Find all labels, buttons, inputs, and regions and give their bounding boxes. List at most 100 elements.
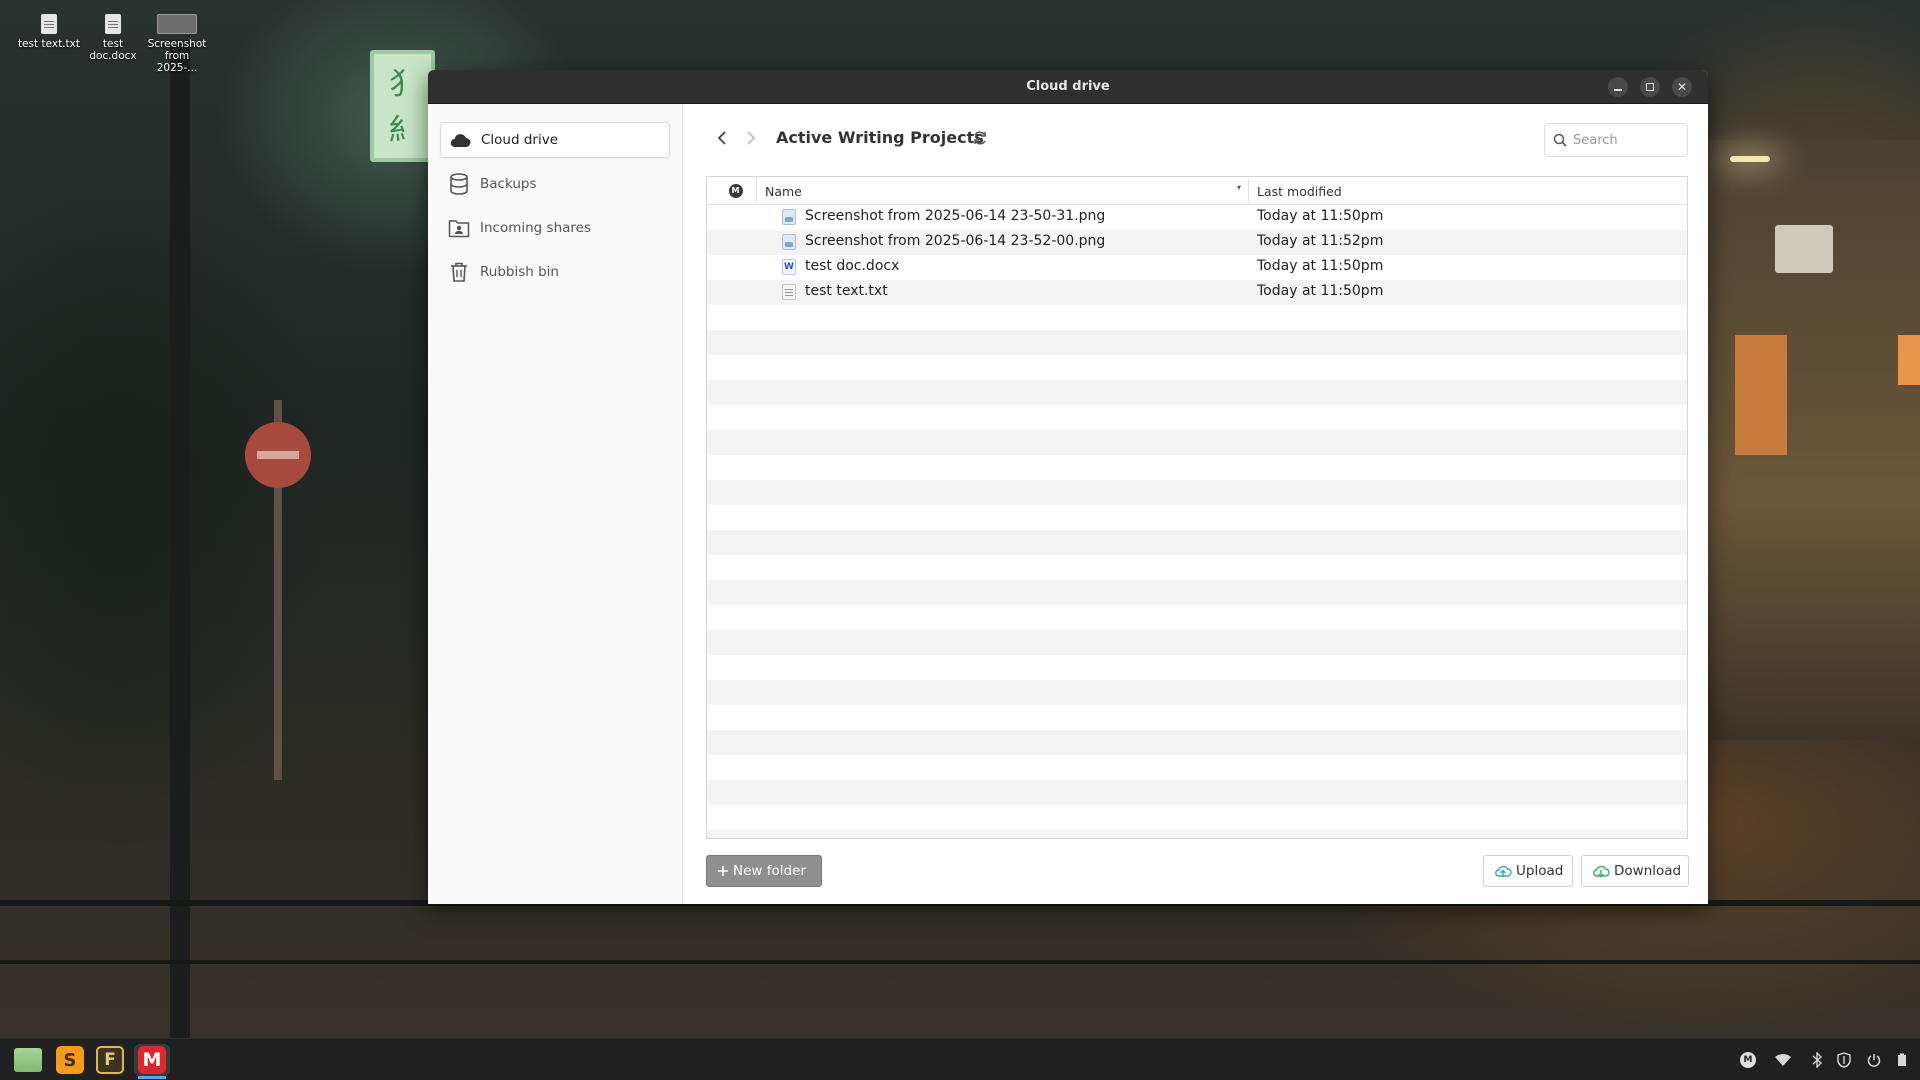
chevron-right-icon bbox=[747, 131, 756, 145]
wallpaper-window bbox=[1735, 335, 1787, 455]
trash-icon bbox=[448, 261, 470, 283]
file-name: test doc.docx bbox=[805, 258, 900, 274]
file-table: M Name ▾ Last modified Screenshot from 2… bbox=[706, 176, 1688, 839]
window-titlebar[interactable]: Cloud drive ✕ bbox=[428, 70, 1708, 104]
taskbar: S F M M bbox=[0, 1038, 1920, 1080]
desktop-icon-test-doc[interactable]: test doc.docx bbox=[80, 14, 146, 62]
tray-network[interactable] bbox=[1772, 1050, 1794, 1070]
search-box[interactable] bbox=[1544, 123, 1688, 157]
table-row[interactable]: Screenshot from 2025-06-14 23-50-31.png … bbox=[707, 205, 1687, 230]
tray-power[interactable] bbox=[1864, 1050, 1884, 1070]
mega-column-header: M bbox=[715, 177, 757, 205]
wallpaper-pole bbox=[170, 40, 190, 1040]
wallpaper-fence-rail bbox=[0, 960, 1920, 964]
back-button[interactable] bbox=[710, 126, 734, 150]
sidebar-item-label: Incoming shares bbox=[480, 220, 591, 236]
file-modified: Today at 11:52pm bbox=[1257, 233, 1384, 249]
close-button[interactable]: ✕ bbox=[1672, 77, 1692, 97]
mega-badge: M bbox=[728, 184, 743, 198]
tray-battery[interactable] bbox=[1894, 1050, 1910, 1070]
desktop-icon-label: test doc.docx bbox=[89, 38, 137, 62]
taskbar-files-app[interactable] bbox=[12, 1044, 44, 1076]
column-divider[interactable] bbox=[1248, 179, 1249, 203]
word-file-icon: W bbox=[782, 259, 796, 275]
desktop-icon-label: Screenshot from 2025-... bbox=[147, 38, 207, 74]
file-modified: Today at 11:50pm bbox=[1257, 283, 1384, 299]
taskbar-sublime-app[interactable]: S bbox=[54, 1044, 86, 1076]
file-modified: Today at 11:50pm bbox=[1257, 208, 1384, 224]
upload-label: Upload bbox=[1516, 863, 1564, 879]
column-header-last-modified[interactable]: Last modified bbox=[1257, 184, 1342, 199]
file-name: test text.txt bbox=[805, 283, 888, 299]
wallpaper-stop-bar bbox=[257, 451, 299, 459]
taskbar-mega-app[interactable]: M bbox=[134, 1044, 170, 1076]
table-header: M Name ▾ Last modified bbox=[707, 177, 1687, 205]
forward-button[interactable] bbox=[739, 126, 763, 150]
text-file-icon bbox=[782, 284, 796, 300]
sidebar-item-cloud-drive[interactable]: Cloud drive bbox=[440, 122, 670, 158]
column-header-name[interactable]: Name bbox=[765, 184, 802, 199]
files-app-icon bbox=[14, 1048, 42, 1072]
sidebar-item-label: Cloud drive bbox=[481, 132, 559, 148]
wallpaper-window-2 bbox=[1898, 335, 1920, 385]
sidebar-item-label: Backups bbox=[480, 176, 537, 192]
wifi-icon bbox=[1775, 1053, 1791, 1066]
new-folder-label: New folder bbox=[733, 863, 806, 879]
cloud-drive-window: Cloud drive ✕ Cloud drive Backups Incomi… bbox=[428, 70, 1708, 904]
contact-folder-icon bbox=[448, 217, 470, 239]
f-app-icon: F bbox=[96, 1046, 124, 1074]
wallpaper-sign: ⺨⺯ bbox=[370, 50, 435, 162]
shield-icon bbox=[1837, 1052, 1851, 1068]
wallpaper-trees bbox=[0, 0, 430, 1080]
tray-security[interactable] bbox=[1834, 1050, 1854, 1070]
desktop-icon-test-text[interactable]: test text.txt bbox=[16, 14, 82, 50]
window-content: Cloud drive Backups Incoming shares Rubb… bbox=[428, 104, 1708, 904]
download-button[interactable]: Download bbox=[1581, 855, 1689, 887]
current-folder-title: Active Writing Projects bbox=[776, 128, 984, 147]
search-input[interactable] bbox=[1573, 132, 1683, 148]
wallpaper-ac-unit bbox=[1775, 225, 1833, 273]
desktop-icon-screenshot[interactable]: Screenshot from 2025-... bbox=[144, 14, 210, 74]
sort-arrow-icon: ▾ bbox=[1237, 183, 1242, 192]
battery-icon bbox=[1898, 1053, 1906, 1066]
document-file-icon bbox=[105, 14, 121, 34]
chevron-left-icon bbox=[717, 131, 726, 145]
table-body: Screenshot from 2025-06-14 23-50-31.png … bbox=[707, 205, 1687, 838]
wallpaper-lamp bbox=[1730, 156, 1770, 162]
sidebar: Cloud drive Backups Incoming shares Rubb… bbox=[428, 104, 683, 904]
refresh-icon bbox=[974, 131, 986, 145]
cloud-download-icon bbox=[1592, 864, 1610, 878]
table-row[interactable]: W test doc.docx Today at 11:50pm bbox=[707, 255, 1687, 280]
main-panel: Active Writing Projects M Name ▾ Last mo… bbox=[684, 104, 1708, 904]
image-file-icon bbox=[782, 209, 796, 225]
taskbar-f-app[interactable]: F bbox=[94, 1044, 126, 1076]
table-row[interactable]: test text.txt Today at 11:50pm bbox=[707, 280, 1687, 305]
sidebar-item-rubbish-bin[interactable]: Rubbish bin bbox=[440, 254, 670, 290]
download-label: Download bbox=[1614, 863, 1682, 879]
file-name: Screenshot from 2025-06-14 23-50-31.png bbox=[805, 208, 1106, 224]
desktop-icon-label: test text.txt bbox=[17, 38, 80, 50]
upload-button[interactable]: Upload bbox=[1483, 855, 1573, 887]
plus-icon bbox=[717, 865, 729, 877]
tray-bluetooth[interactable] bbox=[1808, 1050, 1826, 1070]
mega-tray-icon: M bbox=[1740, 1052, 1756, 1068]
bluetooth-icon bbox=[1812, 1052, 1823, 1068]
mega-app-icon: M bbox=[138, 1046, 166, 1074]
maximize-button[interactable] bbox=[1640, 77, 1660, 97]
sublime-text-icon: S bbox=[56, 1046, 84, 1074]
active-app-indicator bbox=[138, 1076, 166, 1079]
table-row[interactable]: Screenshot from 2025-06-14 23-52-00.png … bbox=[707, 230, 1687, 255]
file-name: Screenshot from 2025-06-14 23-52-00.png bbox=[805, 233, 1106, 249]
cloud-upload-icon bbox=[1494, 864, 1512, 878]
database-icon bbox=[448, 173, 470, 195]
image-file-icon bbox=[782, 234, 796, 250]
sidebar-item-label: Rubbish bin bbox=[480, 264, 559, 280]
tray-mega[interactable]: M bbox=[1738, 1050, 1758, 1070]
file-modified: Today at 11:50pm bbox=[1257, 258, 1384, 274]
sidebar-item-incoming-shares[interactable]: Incoming shares bbox=[440, 210, 670, 246]
sidebar-item-backups[interactable]: Backups bbox=[440, 166, 670, 202]
new-folder-button[interactable]: New folder bbox=[706, 855, 822, 887]
refresh-button[interactable] bbox=[968, 126, 992, 150]
minimize-button[interactable] bbox=[1608, 77, 1628, 97]
window-title: Cloud drive bbox=[1026, 79, 1110, 94]
